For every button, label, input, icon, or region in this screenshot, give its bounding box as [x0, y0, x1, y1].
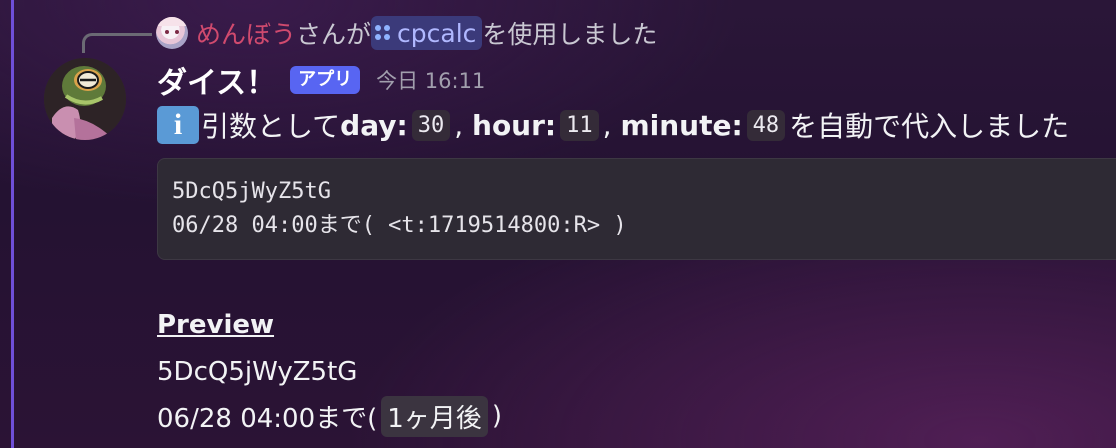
command-mention[interactable]: cpcalc — [371, 16, 483, 50]
message-timestamp[interactable]: 今日 16:11 — [376, 65, 485, 95]
reply-text-after: を使用しました — [482, 20, 658, 49]
slash-command-icon — [375, 25, 391, 41]
param-day-value: 30 — [411, 109, 451, 141]
app-badge: アプリ — [290, 66, 361, 94]
bot-avatar[interactable] — [44, 58, 126, 140]
param-minute-value: 48 — [746, 109, 786, 141]
command-name: cpcalc — [397, 18, 477, 48]
preview-id: 5DcQ5jWyZ5tG — [157, 357, 358, 387]
reply-reference[interactable]: めんぼう さんが cpcalc を使用しました — [156, 14, 657, 52]
param-hour-value: 11 — [560, 109, 599, 141]
replied-user-avatar[interactable] — [156, 17, 188, 49]
preview-line-2: 06/28 04:00まで( 1ヶ月後 ) — [157, 395, 502, 437]
message-header: ダイス！ アプリ 今日 16:11 — [157, 60, 485, 100]
param-day-label: day: — [340, 108, 408, 142]
message-content-line: i 引数として day: 30 , hour: 11 , minute: 48 … — [157, 104, 1069, 146]
information-icon: i — [157, 106, 199, 144]
highlight-bar — [11, 0, 14, 448]
bot-avatar-image — [44, 58, 126, 140]
preview-heading: Preview — [157, 310, 275, 340]
preview-date-prefix: 06/28 04:00まで( — [157, 403, 378, 434]
preview-date-suffix: ) — [491, 401, 502, 431]
content-intro: 引数として — [201, 110, 341, 143]
content-outro: を自動で代入しました — [789, 110, 1070, 143]
param-separator: , — [454, 108, 464, 142]
reply-spine — [82, 33, 152, 53]
preview-line-1: 5DcQ5jWyZ5tG — [157, 352, 357, 392]
message-row: めんぼう さんが cpcalc を使用しました ダイス！ アプリ 今日 16:1… — [0, 0, 1116, 448]
bot-username[interactable]: ダイス！ — [157, 58, 276, 102]
param-hour-label: hour: — [472, 108, 557, 142]
code-block[interactable]: 5DcQ5jWyZ5tG 06/28 04:00まで( <t:171951480… — [157, 158, 1116, 260]
code-block-line-2: 06/28 04:00まで( <t:1719514800:R> ) — [172, 213, 627, 238]
replied-username[interactable]: めんぼう — [196, 15, 296, 51]
code-block-line-1: 5DcQ5jWyZ5tG — [172, 179, 331, 204]
param-minute-label: minute: — [620, 108, 743, 142]
reply-text-before: さんが — [296, 20, 372, 49]
param-separator: , — [602, 108, 612, 142]
relative-timestamp[interactable]: 1ヶ月後 — [381, 395, 488, 437]
